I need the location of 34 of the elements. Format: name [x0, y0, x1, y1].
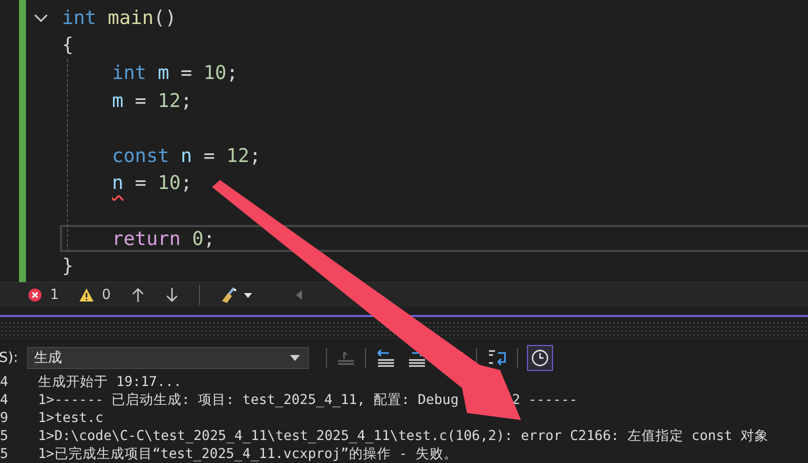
line-number: 5: [0, 428, 10, 444]
code-line: int main(): [62, 6, 176, 29]
error-icon: [28, 288, 42, 302]
output-source-dropdown[interactable]: 生成: [27, 347, 310, 369]
error-count[interactable]: 1: [28, 287, 59, 303]
line-number: 4: [0, 374, 10, 390]
line-number: 9: [0, 410, 10, 426]
code-line: int m = 10;: [112, 62, 238, 84]
code-line: m = 12;: [112, 90, 192, 112]
collapse-icon[interactable]: [33, 13, 49, 23]
scroll-left-icon[interactable]: [294, 288, 304, 302]
output-text: 生成开始于 19:17...: [38, 373, 182, 391]
warning-icon: [78, 288, 94, 302]
clock-icon: [531, 349, 550, 367]
line-number: 5: [0, 446, 10, 462]
broom-icon[interactable]: [220, 286, 254, 304]
code-line: }: [62, 255, 74, 278]
code-line: {: [62, 34, 74, 56]
show-output-label: S):: [0, 350, 18, 366]
go-to-line-icon[interactable]: [336, 349, 356, 367]
output-text: 1>------ 已启动生成: 项目: test_2025_4_11, 配置: Debug: [38, 391, 460, 409]
output-text: 2 ------: [512, 392, 578, 408]
code-line: const n = 12;: [112, 144, 261, 167]
up-arrow-icon[interactable]: [130, 287, 145, 303]
output-text: 1>D:\code\C-C\test_2025_4_11\test_2025_4_11\test.c(106,2): error C2166: 左值指定 const 对象: [38, 427, 769, 445]
output-text: 1>test.c: [38, 410, 104, 426]
line-number: 4: [0, 392, 10, 408]
warning-count[interactable]: 0: [78, 287, 111, 303]
timestamp-toggle[interactable]: [527, 345, 554, 371]
output-text: 1>已完成生成项目“test_2025_4_11.vcxproj”的操作 - 失败。: [38, 445, 458, 463]
code-line: return 0;: [112, 228, 215, 250]
code-line: n = 10;: [112, 172, 192, 194]
caret-icon: [290, 355, 300, 361]
down-arrow-icon[interactable]: [164, 287, 179, 303]
